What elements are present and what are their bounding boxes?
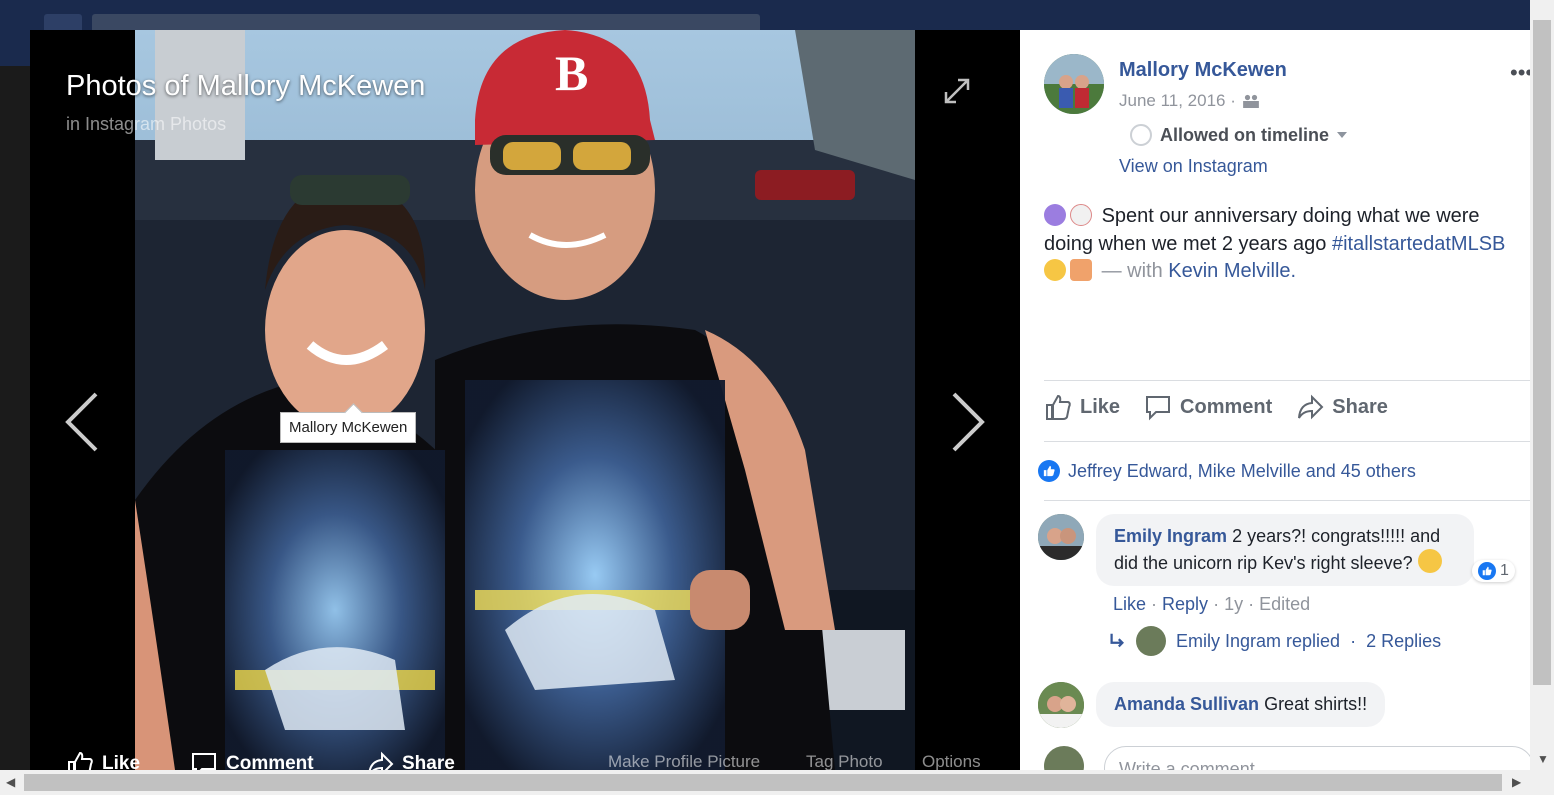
more-options-icon[interactable]: ••• bbox=[1510, 60, 1530, 85]
viewer-like-button[interactable]: Like bbox=[66, 750, 140, 770]
photo-image: B bbox=[135, 30, 915, 770]
commenter-avatar[interactable] bbox=[1038, 514, 1084, 560]
comment-meta: Like · Reply · 1y · Edited bbox=[1113, 594, 1311, 614]
commenter-avatar[interactable] bbox=[1038, 682, 1084, 728]
write-comment-input[interactable]: Write a comment... bbox=[1104, 746, 1530, 770]
reply-arrow-icon bbox=[1110, 633, 1124, 648]
caption-hashtag[interactable]: #itallstartedatMLSB bbox=[1332, 233, 1505, 255]
purple-heart-icon bbox=[1044, 204, 1066, 226]
like-button[interactable]: Like bbox=[1044, 393, 1120, 421]
friends-icon bbox=[1243, 94, 1259, 108]
likes-summary[interactable]: Jeffrey Edward, Mike Melville and 45 oth… bbox=[1038, 460, 1416, 482]
share-label: Share bbox=[1332, 395, 1388, 418]
caption-with-text: — with bbox=[1101, 260, 1163, 282]
photo-illustration: B bbox=[135, 30, 915, 770]
comment-reactions[interactable]: 1 bbox=[1472, 560, 1515, 582]
scroll-down-icon[interactable]: ▼ bbox=[1537, 752, 1549, 766]
svg-text:B: B bbox=[555, 45, 588, 101]
scroll-left-icon[interactable]: ◀ bbox=[6, 775, 15, 789]
comment-time[interactable]: 1y bbox=[1224, 594, 1243, 614]
comment-bubble: Amanda Sullivan Great shirts!! bbox=[1096, 682, 1386, 727]
timeline-visibility-dropdown[interactable]: Allowed on timeline bbox=[1130, 124, 1348, 146]
photo-viewer: B Photos of Mallory McKewen in Instagram… bbox=[30, 30, 1020, 770]
viewer-comment-button[interactable]: Comment bbox=[190, 750, 314, 770]
comment-reply-link[interactable]: Reply bbox=[1162, 594, 1208, 614]
comment-text: Great shirts!! bbox=[1264, 694, 1368, 714]
avatar-image bbox=[1044, 54, 1104, 114]
likes-text: Jeffrey Edward, Mike Melville and 45 oth… bbox=[1068, 460, 1416, 481]
share-icon bbox=[1298, 394, 1324, 420]
photo-tag-label[interactable]: Mallory McKewen bbox=[280, 412, 417, 443]
couple-icon bbox=[1070, 259, 1092, 281]
wink-face-icon bbox=[1417, 549, 1442, 573]
viewer-title: Photos of Mallory McKewen bbox=[66, 70, 426, 102]
divider bbox=[1044, 500, 1530, 501]
comment-icon bbox=[192, 753, 216, 770]
options-link[interactable]: Options bbox=[922, 752, 981, 770]
divider bbox=[1044, 441, 1530, 442]
comment-like-link[interactable]: Like bbox=[1113, 594, 1146, 614]
reply-avatar bbox=[1136, 626, 1166, 656]
like-reaction-icon bbox=[1038, 460, 1060, 482]
timeline-circle-icon bbox=[1130, 124, 1152, 146]
reply-count: 2 Replies bbox=[1366, 630, 1442, 651]
viewer-comment-label: Comment bbox=[226, 753, 314, 770]
next-arrow-icon[interactable] bbox=[948, 390, 988, 454]
viewer-share-label: Share bbox=[402, 753, 455, 770]
like-label: Like bbox=[1080, 395, 1121, 418]
post-caption: Spent our anniversary doing what we were… bbox=[1044, 203, 1530, 286]
comment-icon bbox=[1146, 396, 1171, 421]
divider bbox=[1044, 380, 1530, 381]
comment-bubble: Emily Ingram 2 years?! congrats!!!!! and… bbox=[1096, 514, 1474, 586]
viewer-subtitle[interactable]: in Instagram Photos bbox=[66, 114, 226, 135]
viewer-bottom-bar: Like Comment Share Make Profile Picture … bbox=[30, 730, 1020, 770]
commenter-name[interactable]: Emily Ingram bbox=[1114, 526, 1227, 546]
vertical-scrollbar[interactable]: ▼ bbox=[1530, 0, 1554, 770]
reaction-count: 1 bbox=[1500, 562, 1509, 579]
tag-photo-link[interactable]: Tag Photo bbox=[806, 752, 883, 770]
view-on-instagram-link[interactable]: View on Instagram bbox=[1119, 156, 1268, 177]
share-button[interactable]: Share bbox=[1296, 393, 1388, 421]
share-icon bbox=[368, 751, 394, 770]
like-reaction-icon bbox=[1478, 562, 1496, 580]
baseball-icon bbox=[1070, 204, 1092, 226]
previous-arrow-icon[interactable] bbox=[62, 390, 102, 454]
vertical-scroll-thumb[interactable] bbox=[1533, 20, 1551, 685]
expand-icon[interactable] bbox=[942, 76, 972, 106]
thumbs-up-icon bbox=[1046, 394, 1071, 420]
post-date: June 11, 2016 · bbox=[1119, 91, 1260, 111]
scroll-right-icon[interactable]: ▶ bbox=[1512, 775, 1521, 789]
caption-with-name[interactable]: Kevin Melville. bbox=[1168, 260, 1296, 282]
make-profile-picture-link[interactable]: Make Profile Picture bbox=[608, 752, 760, 770]
caret-down-icon bbox=[1337, 132, 1348, 138]
viewer-like-label: Like bbox=[102, 753, 141, 770]
timeline-visibility-label: Allowed on timeline bbox=[1160, 124, 1330, 145]
comment-label: Comment bbox=[1180, 395, 1273, 418]
horizontal-scrollbar[interactable]: ◀ ▶ bbox=[0, 770, 1554, 795]
horizontal-scroll-thumb[interactable] bbox=[24, 774, 1502, 791]
replies-summary[interactable]: Emily Ingram replied · 2 Replies bbox=[1108, 626, 1441, 656]
commenter-name[interactable]: Amanda Sullivan bbox=[1114, 694, 1259, 714]
post-sidebar: Mallory McKewen June 11, 2016 · ••• Allo… bbox=[1020, 30, 1530, 770]
thumbs-up-icon bbox=[68, 751, 93, 770]
author-avatar[interactable] bbox=[1044, 54, 1104, 114]
author-name[interactable]: Mallory McKewen bbox=[1119, 59, 1287, 82]
reply-author: Emily Ingram replied bbox=[1176, 630, 1341, 651]
viewer-share-button[interactable]: Share bbox=[366, 750, 455, 770]
comment-edited[interactable]: Edited bbox=[1259, 594, 1310, 614]
comment-button[interactable]: Comment bbox=[1144, 393, 1272, 421]
post-actions: Like Comment Share bbox=[1044, 393, 1412, 421]
my-avatar bbox=[1044, 746, 1084, 770]
kissing-face-icon bbox=[1044, 259, 1066, 281]
post-date-text[interactable]: June 11, 2016 · bbox=[1119, 91, 1236, 111]
